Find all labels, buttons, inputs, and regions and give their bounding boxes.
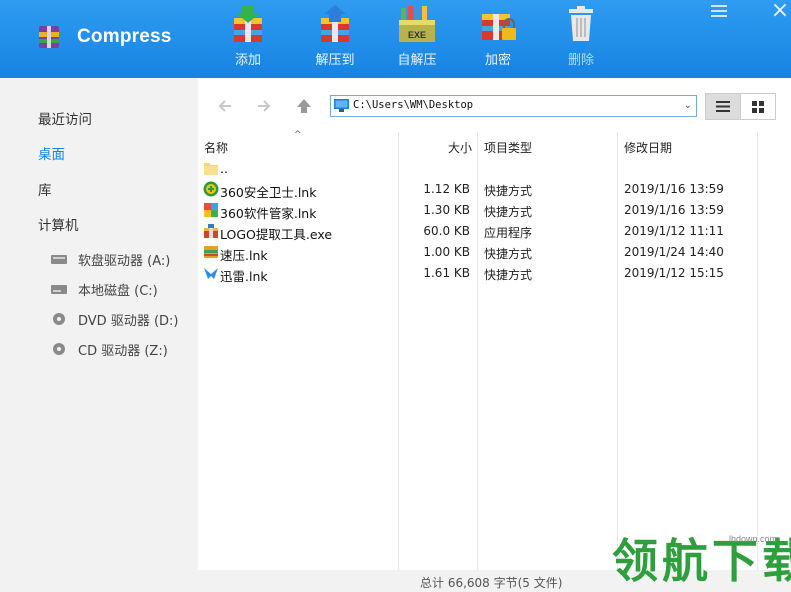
drive-c[interactable]: 本地磁盘 (C:) [50, 280, 158, 299]
drive-label: DVD 驱动器 (D:) [78, 313, 179, 329]
360-software-icon [204, 203, 218, 217]
sidebar-item-computer[interactable]: 计算机 [38, 214, 79, 234]
drive-d[interactable]: DVD 驱动器 (D:) [50, 310, 179, 329]
drive-label: CD 驱动器 (Z:) [78, 343, 168, 359]
floppy-drive-icon [51, 255, 67, 264]
sidebar-item-desktop[interactable]: 桌面 [38, 143, 65, 163]
drive-a[interactable]: 软盘驱动器 (A:) [50, 250, 171, 269]
file-row[interactable]: LOGO提取工具.exe 60.0 KB 应用程序 2019/1/12 11:1… [198, 221, 758, 242]
self-extract-button[interactable]: EXE 自解压 [382, 0, 452, 78]
drive-z[interactable]: CD 驱动器 (Z:) [50, 340, 168, 359]
list-view-icon [716, 101, 730, 112]
forward-arrow-icon[interactable] [254, 96, 274, 116]
sidebar-item-library[interactable]: 库 [38, 179, 52, 199]
app-logo-icon [39, 26, 59, 48]
encrypt-button[interactable]: 加密 [463, 0, 533, 78]
address-path: C:\Users\WM\Desktop [353, 99, 474, 111]
exe-archive-icon: EXE [399, 6, 435, 42]
cd-drive-icon [53, 343, 65, 355]
app-title: Compress [77, 26, 172, 47]
folder-icon [204, 163, 218, 175]
file-row[interactable]: 360软件管家.lnk 1.30 KB 快捷方式 2019/1/16 13:59 [198, 200, 758, 221]
header: Compress 添加 解压到 EXE 自解压 加密 删除 × [0, 0, 791, 78]
grid-view-icon [752, 101, 764, 113]
suya-icon [204, 246, 218, 258]
up-arrow-icon[interactable] [294, 96, 314, 116]
extract-to-button[interactable]: 解压到 [300, 0, 370, 78]
back-arrow-icon[interactable] [215, 96, 235, 116]
hard-disk-icon [51, 285, 67, 294]
close-icon[interactable]: × [769, 0, 791, 23]
dvd-drive-icon [53, 313, 65, 325]
computer-icon [334, 99, 349, 112]
grid-view-button[interactable] [740, 93, 776, 120]
list-view-button[interactable] [705, 93, 741, 120]
menu-icon[interactable] [711, 4, 727, 18]
watermark-url: lhdown.com [729, 534, 778, 544]
delete-button[interactable]: 删除 [546, 0, 616, 78]
sort-ascending-icon: ^ [294, 130, 302, 140]
file-browser: C:\Users\WM\Desktop ⌄ ^ 名称 大小 项目类型 修改日期 … [198, 78, 791, 570]
drive-label: 软盘驱动器 (A:) [78, 253, 171, 269]
status-text: 总计 66,608 字节(5 文件) [420, 576, 563, 590]
file-row[interactable]: 速压.lnk 1.00 KB 快捷方式 2019/1/24 14:40 [198, 242, 758, 263]
watermark-logo: 领航下载 lhdown.com [612, 531, 791, 592]
logo-tool-icon [204, 224, 218, 238]
lock-icon [482, 14, 516, 40]
xunlei-icon [204, 268, 218, 279]
trash-icon [569, 6, 593, 41]
360-safe-icon [203, 181, 219, 197]
file-row[interactable]: 360安全卫士.lnk 1.12 KB 快捷方式 2019/1/16 13:59 [198, 179, 758, 200]
address-bar[interactable]: C:\Users\WM\Desktop ⌄ [330, 95, 697, 117]
drive-label: 本地磁盘 (C:) [78, 283, 158, 299]
chevron-down-icon[interactable]: ⌄ [684, 100, 692, 111]
add-button[interactable]: 添加 [213, 0, 283, 78]
add-icon [234, 6, 262, 42]
extract-icon [321, 5, 349, 42]
file-row[interactable]: 迅雷.lnk 1.61 KB 快捷方式 2019/1/12 15:15 [198, 263, 758, 284]
file-row-parent[interactable]: .. [198, 158, 758, 179]
exe-badge: EXE [408, 30, 426, 40]
sidebar: 最近访问 桌面 库 计算机 软盘驱动器 (A:) 本地磁盘 (C:) DVD 驱… [0, 78, 198, 592]
sidebar-item-recent[interactable]: 最近访问 [38, 108, 92, 128]
